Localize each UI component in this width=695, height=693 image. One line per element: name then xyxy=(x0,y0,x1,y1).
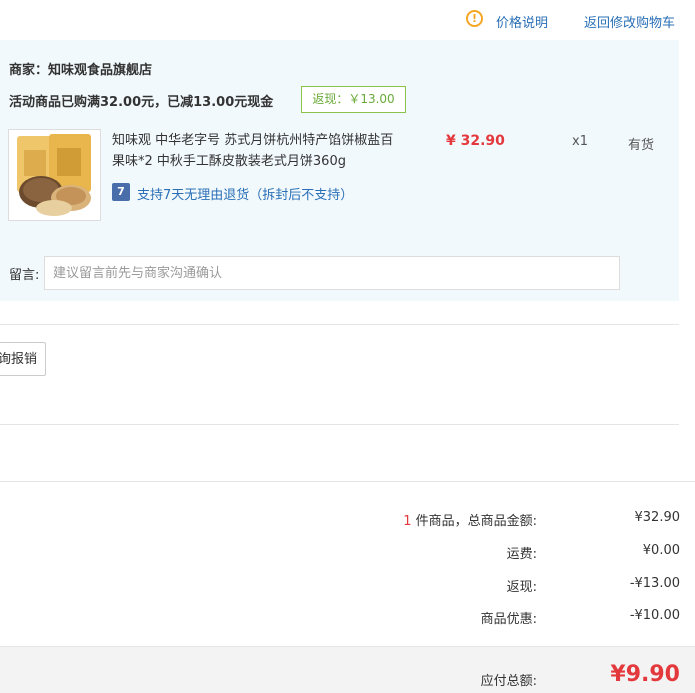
goods-count-suffix: 件商品，总商品金额: xyxy=(411,514,537,529)
discount-label: 商品优惠: xyxy=(480,612,537,627)
cashback-value: -¥13.00 xyxy=(629,576,680,591)
goods-total-label: 1 件商品，总商品金额: xyxy=(403,510,537,529)
divider xyxy=(0,324,679,325)
payable-label: 应付总额: xyxy=(480,674,537,689)
shop-name: 商家：知味观食品旗舰店 xyxy=(9,63,153,78)
return-policy-text[interactable]: 支持7天无理由退货（拆封后不支持） xyxy=(137,184,353,203)
remark-label: 留言: xyxy=(9,268,40,283)
product-quantity: x1 xyxy=(572,134,588,149)
warning-icon: ! xyxy=(466,10,483,27)
shipping-label: 运费: xyxy=(506,547,537,562)
seven-day-return-icon: 7 xyxy=(112,183,130,201)
remark-input[interactable] xyxy=(44,256,620,290)
goods-total-value: ¥32.90 xyxy=(634,510,681,525)
shipping-value: ¥0.00 xyxy=(642,543,680,558)
back-to-cart-link[interactable]: 返回修改购物车 xyxy=(584,12,675,31)
product-title[interactable]: 知味观 中华老字号 苏式月饼杭州特产馅饼椒盐百果味*2 中秋手工酥皮散装老式月饼… xyxy=(112,130,402,172)
promo-text: 活动商品已购满32.00元，已减13.00元现金 xyxy=(9,95,274,110)
mooncake-package-image xyxy=(9,130,100,220)
payable-value: ¥9.90 xyxy=(610,662,680,687)
cashback-label: 返现: xyxy=(506,580,537,595)
cashback-badge: 返现：￥13.00 xyxy=(301,86,406,113)
price-explain-link[interactable]: 价格说明 xyxy=(496,12,548,31)
stock-status: 有货 xyxy=(628,138,655,153)
payable-total-bar xyxy=(0,646,695,693)
discount-value: -¥10.00 xyxy=(629,608,680,623)
product-price: ¥ 32.90 xyxy=(446,133,505,149)
divider xyxy=(0,481,695,482)
product-thumbnail[interactable] xyxy=(8,129,101,221)
invoice-button[interactable]: 询报销 xyxy=(0,342,46,376)
divider xyxy=(0,424,679,425)
